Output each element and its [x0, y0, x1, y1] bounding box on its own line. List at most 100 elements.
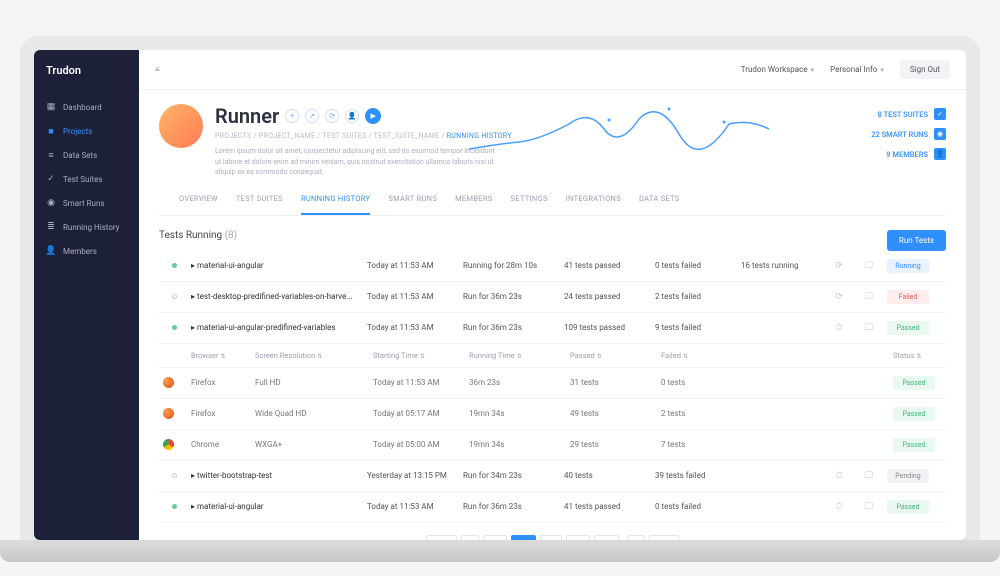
failed-cell: 9 tests failed	[655, 323, 735, 332]
history-icon[interactable]: ⟳	[827, 292, 851, 302]
sidebar-item-projects[interactable]: ■Projects	[34, 119, 139, 143]
status-badge: Passed	[893, 407, 935, 421]
browser-cell: Chrome	[191, 440, 249, 449]
sidebar-item-running-history[interactable]: ≣Running History	[34, 215, 139, 239]
browser-cell: Firefox	[191, 409, 249, 418]
test-suites-icon: ✓	[46, 174, 56, 184]
signout-button[interactable]: Sign Out	[900, 60, 950, 79]
project-avatar	[159, 104, 203, 148]
page-first[interactable]: First	[426, 535, 457, 541]
section-title: Run Tests Tests Running (8)	[159, 230, 946, 241]
tab-members[interactable]: MEMBERS	[455, 194, 492, 215]
sub-table-row[interactable]: Firefox Full HD Today at 11:53 AM 36m 23…	[159, 368, 946, 399]
target-icon: ◉	[934, 128, 946, 140]
sidebar-item-data-sets[interactable]: ≡Data Sets	[34, 143, 139, 167]
history-icon[interactable]: ⏱	[827, 502, 851, 512]
sidebar: Trudon ▦Dashboard■Projects≡Data Sets✓Tes…	[34, 50, 139, 540]
page-last[interactable]: Last	[649, 535, 679, 541]
status-badge: Failed	[887, 290, 929, 304]
duration-cell: 19mn 34s	[469, 409, 564, 418]
page-11[interactable]: 11	[511, 535, 535, 541]
duration-cell: Run for 36m 23s	[463, 502, 558, 511]
tab-settings[interactable]: SETTINGS	[511, 194, 548, 215]
page-next[interactable]: ›	[627, 535, 645, 541]
page-10[interactable]: 10	[483, 535, 507, 541]
page-prev[interactable]: ‹	[461, 535, 479, 541]
workspace-selector[interactable]: Trudon Workspace▾	[741, 65, 814, 74]
page-title: Runner	[215, 104, 279, 128]
duration-cell: Run for 34m 23s	[463, 471, 558, 480]
tab-smart-runs[interactable]: SMART RUNS	[388, 194, 437, 215]
resolution-cell: WXGA+	[255, 440, 367, 449]
table-row[interactable]: ▸ material-ui-angular-predifined-variabl…	[159, 313, 946, 344]
data-sets-icon: ≡	[46, 150, 56, 160]
add-icon[interactable]: +	[285, 109, 299, 123]
hamburger-icon[interactable]: ≡	[155, 65, 160, 74]
tab-overview[interactable]: OVERVIEW	[179, 194, 218, 215]
duration-cell: Running for 28m 10s	[463, 261, 558, 270]
sub-table-row[interactable]: Chrome WXGA+ Today at 05:00 AM 19mn 34s …	[159, 430, 946, 461]
breadcrumb: PROJECTS / PROJECT_NAME / TEST SUITES / …	[215, 132, 512, 140]
refresh-icon[interactable]: ⟳	[325, 109, 339, 123]
projects-icon: ■	[46, 126, 56, 136]
tab-test-suites[interactable]: TEST SUITES	[236, 194, 283, 215]
monitor-icon[interactable]: 🖵	[857, 261, 881, 271]
status-badge: Passed	[887, 500, 929, 514]
tabs: OVERVIEW TEST SUITES RUNNING HISTORY SMART …	[159, 178, 946, 216]
passed-cell: 41 tests passed	[564, 261, 649, 270]
play-icon[interactable]: ▶	[365, 108, 381, 124]
extra-cell: 16 tests running	[741, 261, 821, 270]
firefox-icon	[163, 377, 174, 388]
test-name: ▸ test-desktop-predifined-variables-on-h…	[191, 292, 361, 301]
test-name: ▸ twitter-bootstrap-test	[191, 471, 361, 480]
status-dot	[172, 473, 177, 478]
passed-cell: 41 tests passed	[564, 502, 649, 511]
page-26[interactable]: 26	[594, 535, 618, 541]
table-row[interactable]: ▸ material-ui-angular Today at 11:53 AM …	[159, 251, 946, 282]
table-row[interactable]: ▸ twitter-bootstrap-test Yesterday at 13…	[159, 461, 946, 492]
history-icon[interactable]: ⟳	[827, 261, 851, 271]
history-icon[interactable]: ⏱	[827, 471, 851, 481]
stat-test-suites[interactable]: 8 TEST SUITES✓	[871, 108, 946, 120]
run-tests-button[interactable]: Run Tests	[887, 230, 946, 251]
passed-cell: 29 tests	[570, 440, 655, 449]
duration-cell: 36m 23s	[469, 378, 564, 387]
passed-cell: 24 tests passed	[564, 292, 649, 301]
user-plus-icon[interactable]: 👤	[345, 109, 359, 123]
activity-sparkline	[469, 94, 769, 164]
tab-data-sets[interactable]: DATA SETS	[639, 194, 680, 215]
table-row[interactable]: ▸ material-ui-angular Today at 11:53 AM …	[159, 492, 946, 523]
sidebar-item-smart-runs[interactable]: ◉Smart Runs	[34, 191, 139, 215]
stat-smart-runs[interactable]: 22 SMART RUNS◉	[871, 128, 946, 140]
sidebar-item-dashboard[interactable]: ▦Dashboard	[34, 95, 139, 119]
chrome-icon	[163, 439, 174, 450]
history-icon[interactable]: ⏱	[827, 323, 851, 333]
monitor-icon[interactable]: 🖵	[857, 502, 881, 512]
pagination: First ‹ 10 11... 25 26 › Last	[159, 535, 946, 541]
monitor-icon[interactable]: 🖵	[857, 471, 881, 481]
failed-cell: 0 tests failed	[655, 502, 735, 511]
page-...: ...	[540, 535, 562, 541]
page-25[interactable]: 25	[566, 535, 590, 541]
monitor-icon[interactable]: 🖵	[857, 323, 881, 333]
failed-cell: 2 tests	[661, 409, 741, 418]
brand-logo: Trudon	[34, 50, 139, 95]
members-icon: 👤	[46, 246, 56, 256]
stat-members[interactable]: 9 MEMBERS👤	[871, 148, 946, 160]
project-stats: 8 TEST SUITES✓ 22 SMART RUNS◉ 9 MEMBERS👤	[871, 108, 946, 168]
sub-table-row[interactable]: Firefox Wide Quad HD Today at 05:17 AM 1…	[159, 399, 946, 430]
tab-running-history[interactable]: RUNNING HISTORY	[301, 194, 370, 215]
time-cell: Today at 05:17 AM	[373, 409, 463, 418]
passed-cell: 49 tests	[570, 409, 655, 418]
sidebar-item-members[interactable]: 👤Members	[34, 239, 139, 263]
table-row[interactable]: ▸ test-desktop-predifined-variables-on-h…	[159, 282, 946, 313]
monitor-icon[interactable]: 🖵	[857, 292, 881, 302]
status-dot	[172, 294, 177, 299]
sidebar-item-test-suites[interactable]: ✓Test Suites	[34, 167, 139, 191]
link-icon[interactable]: ↗	[305, 109, 319, 123]
personal-info-menu[interactable]: Personal Info▾	[830, 65, 884, 74]
firefox-icon	[163, 408, 174, 419]
tab-integrations[interactable]: INTEGRATIONS	[566, 194, 621, 215]
status-dot	[172, 325, 177, 330]
smart-runs-icon: ◉	[46, 198, 56, 208]
